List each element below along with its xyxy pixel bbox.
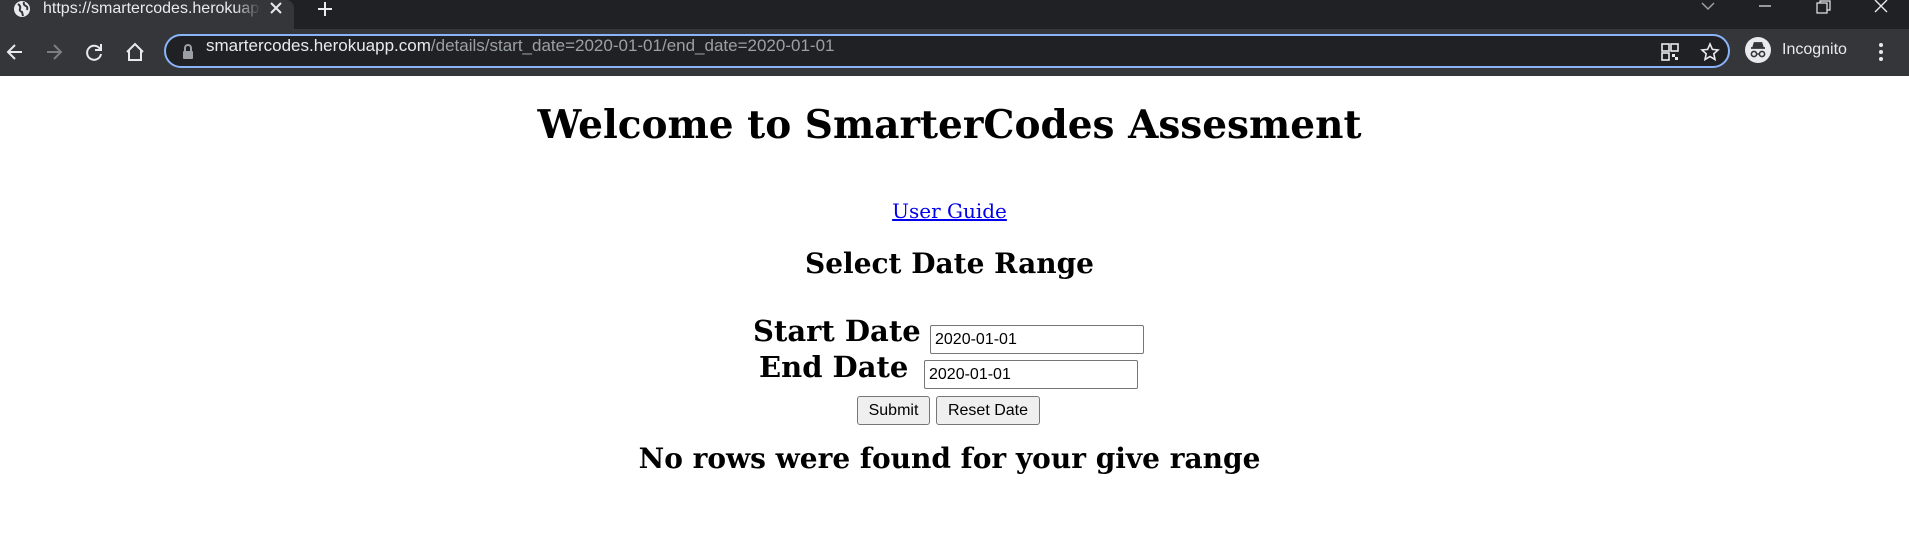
new-tab-icon[interactable] bbox=[316, 0, 334, 18]
home-icon[interactable] bbox=[124, 41, 146, 63]
qr-code-icon[interactable] bbox=[1660, 42, 1680, 62]
address-bar[interactable]: smartercodes.herokuapp.com/details/start… bbox=[164, 34, 1730, 68]
url-text[interactable]: smartercodes.herokuapp.com/details/start… bbox=[206, 36, 834, 66]
end-date-input[interactable] bbox=[924, 360, 1138, 389]
url-host: smartercodes.herokuapp.com bbox=[206, 36, 431, 55]
page-content: Welcome to SmarterCodes Assesment User G… bbox=[0, 76, 1909, 540]
forward-arrow-icon[interactable] bbox=[43, 41, 65, 63]
bookmark-star-icon[interactable] bbox=[1700, 42, 1720, 62]
tab-title: https://smartercodes.herokuapp.com/detai… bbox=[43, 0, 261, 17]
lock-icon[interactable] bbox=[180, 43, 196, 61]
browser-toolbar: smartercodes.herokuapp.com/details/start… bbox=[0, 29, 1909, 76]
browser-tab-strip: https://smartercodes.herokuapp.com/detai… bbox=[0, 0, 1909, 29]
incognito-label: Incognito bbox=[1782, 41, 1847, 58]
tab-search-chevron-icon[interactable] bbox=[1699, 0, 1717, 14]
submit-button[interactable]: Submit bbox=[857, 396, 930, 425]
end-date-label: End Date bbox=[759, 350, 909, 384]
back-arrow-icon[interactable] bbox=[4, 41, 26, 63]
restore-icon[interactable] bbox=[1814, 0, 1832, 14]
page-title: Welcome to SmarterCodes Assesment bbox=[537, 102, 1362, 148]
incognito-icon[interactable] bbox=[1744, 36, 1772, 64]
close-window-icon[interactable] bbox=[1872, 0, 1890, 14]
start-date-input[interactable] bbox=[930, 325, 1144, 354]
section-title: Select Date Range bbox=[805, 247, 1094, 280]
user-guide-link[interactable]: User Guide bbox=[892, 199, 1007, 223]
start-date-label: Start Date bbox=[753, 314, 921, 348]
close-tab-icon[interactable] bbox=[268, 0, 284, 16]
user-guide-link-row: User Guide bbox=[0, 199, 1899, 223]
globe-icon bbox=[14, 1, 30, 17]
reload-icon[interactable] bbox=[83, 41, 105, 63]
minimize-icon[interactable] bbox=[1756, 0, 1774, 14]
url-path: /details/start_date=2020-01-01/end_date=… bbox=[430, 36, 835, 55]
result-message: No rows were found for your give range bbox=[638, 442, 1261, 475]
browser-tab[interactable]: https://smartercodes.herokuapp.com/detai… bbox=[0, 0, 294, 29]
kebab-menu-icon[interactable] bbox=[1874, 41, 1888, 63]
reset-date-button[interactable]: Reset Date bbox=[936, 396, 1040, 425]
